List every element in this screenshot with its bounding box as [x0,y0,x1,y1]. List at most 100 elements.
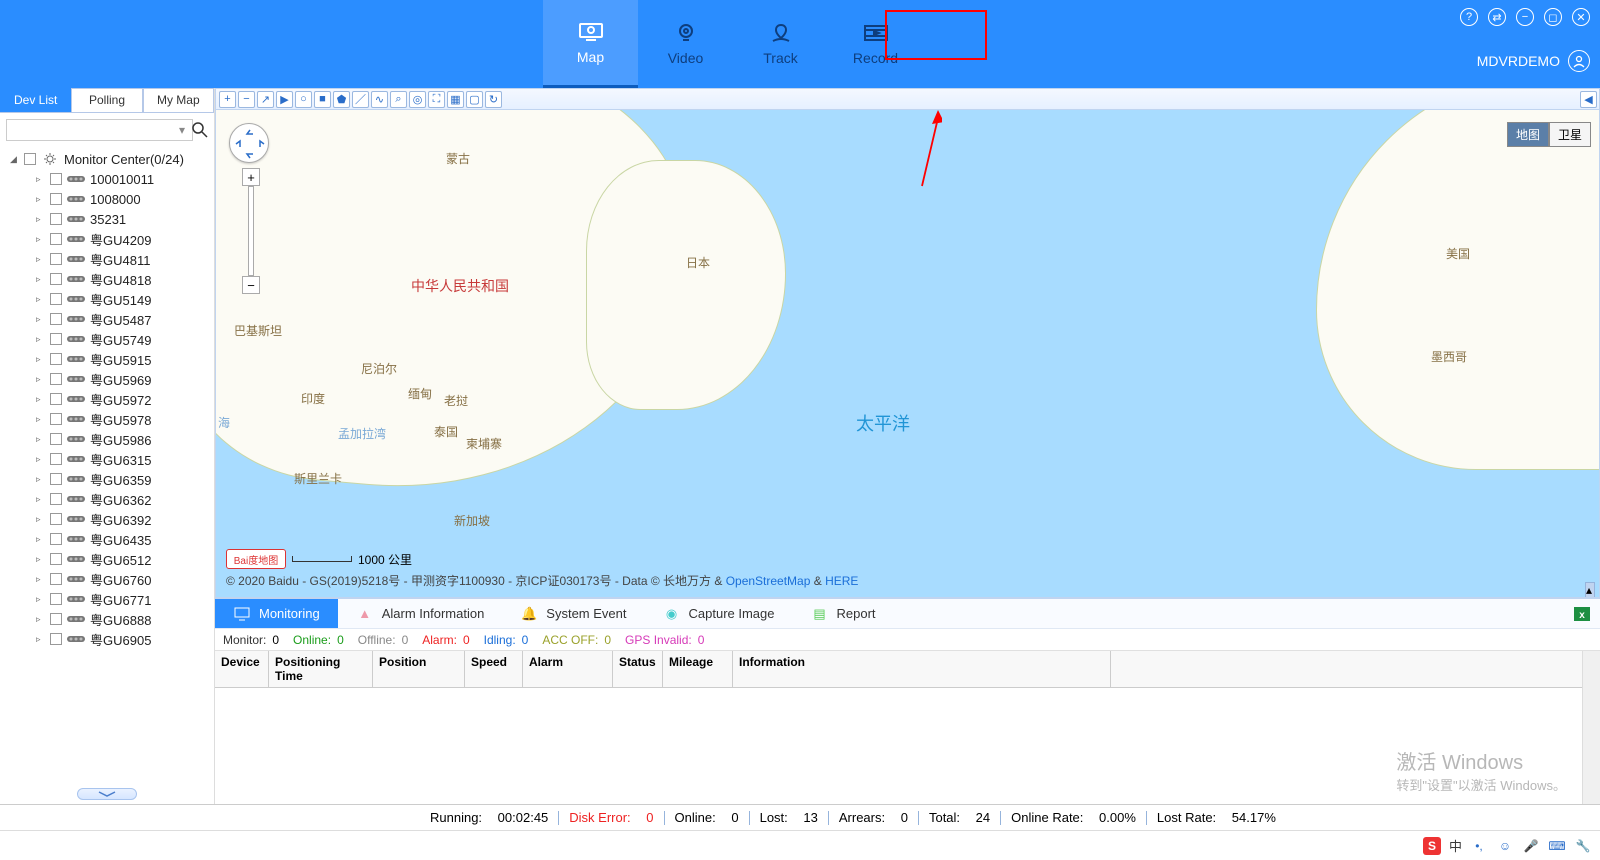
expand-icon[interactable]: ▹ [36,494,46,505]
checkbox[interactable] [50,493,62,505]
expand-icon[interactable]: ▹ [36,194,46,205]
checkbox[interactable] [50,613,62,625]
nav-tab-video[interactable]: Video [638,0,733,88]
stop-icon[interactable]: ■ [314,91,331,108]
tab-report[interactable]: ▤ Report [793,599,894,628]
col-mileage[interactable]: Mileage [663,651,733,687]
measure-icon[interactable]: ↗ [257,91,274,108]
tree-device-node[interactable]: ▹粤GU6392 [10,509,214,529]
search-input[interactable] [6,119,193,141]
tree-device-node[interactable]: ▹粤GU6771 [10,589,214,609]
checkbox[interactable] [50,473,62,485]
expand-icon[interactable]: ▹ [36,554,46,565]
checkbox[interactable] [24,153,36,165]
expand-icon[interactable]: ▹ [36,274,46,285]
tab-system-event[interactable]: 🔔 System Event [502,599,644,628]
tree-device-node[interactable]: ▹粤GU6760 [10,569,214,589]
nav-tab-map[interactable]: Map [543,0,638,88]
expand-panel-icon[interactable] [77,788,137,800]
tree-device-node[interactable]: ▹35231 [10,209,214,229]
checkbox[interactable] [50,553,62,565]
tree-device-node[interactable]: ▹粤GU6888 [10,609,214,629]
punctuation-icon[interactable]: •, [1470,837,1488,855]
tree-device-node[interactable]: ▹1008000 [10,189,214,209]
tree-device-node[interactable]: ▹粤GU6435 [10,529,214,549]
sidebar-tab-devlist[interactable]: Dev List [0,88,71,112]
zoom-slider[interactable] [248,186,254,276]
expand-icon[interactable]: ▹ [36,514,46,525]
checkbox[interactable] [50,193,62,205]
checkbox[interactable] [50,533,62,545]
expand-icon[interactable]: ▹ [36,214,46,225]
keyboard-icon[interactable]: ⌨ [1548,837,1566,855]
close-icon[interactable]: ✕ [1572,8,1590,26]
checkbox[interactable] [50,453,62,465]
search-icon[interactable] [191,119,209,141]
here-link[interactable]: HERE [825,574,858,588]
checkbox[interactable] [50,393,62,405]
tree-device-node[interactable]: ▹粤GU5915 [10,349,214,369]
tree-device-node[interactable]: ▹粤GU6905 [10,629,214,649]
expand-icon[interactable]: ▹ [36,434,46,445]
tab-capture[interactable]: ◉ Capture Image [645,599,793,628]
circle-icon[interactable]: ○ [295,91,312,108]
collapse-toolbar-icon[interactable]: ◀ [1580,91,1597,108]
col-status[interactable]: Status [613,651,663,687]
col-speed[interactable]: Speed [465,651,523,687]
zoom-in-button[interactable]: + [242,168,260,186]
tree-device-node[interactable]: ▹粤GU5749 [10,329,214,349]
tree-device-node[interactable]: ▹粤GU5986 [10,429,214,449]
nav-tab-track[interactable]: Track [733,0,828,88]
osm-link[interactable]: OpenStreetMap [726,574,811,588]
map-type-normal[interactable]: 地图 [1507,122,1549,147]
expand-icon[interactable]: ▹ [36,594,46,605]
map-type-satellite[interactable]: 卫星 [1549,122,1591,147]
tree-device-node[interactable]: ▹粤GU6359 [10,469,214,489]
expand-icon[interactable]: ▹ [36,614,46,625]
checkbox[interactable] [50,273,62,285]
checkbox[interactable] [50,213,62,225]
sogou-ime-icon[interactable]: S [1423,837,1441,855]
checkbox[interactable] [50,253,62,265]
expand-icon[interactable]: ▹ [36,634,46,645]
expand-icon[interactable]: ▹ [36,574,46,585]
emoji-icon[interactable]: ☺ [1496,837,1514,855]
expand-icon[interactable]: ▹ [36,314,46,325]
search-tool-icon[interactable]: ⌕ [390,91,407,108]
tree-device-node[interactable]: ▹粤GU6512 [10,549,214,569]
tree-device-node[interactable]: ▹粤GU4209 [10,229,214,249]
sidebar-tab-mymap[interactable]: My Map [143,88,214,112]
polygon-icon[interactable]: ⬟ [333,91,350,108]
zoom-in-icon[interactable]: + [219,91,236,108]
expand-icon[interactable]: ▹ [36,174,46,185]
checkbox[interactable] [50,573,62,585]
col-time[interactable]: Positioning Time [269,651,373,687]
tree-device-node[interactable]: ▹100010011 [10,169,214,189]
map-canvas[interactable]: 蒙古 中华人民共和国 日本 巴基斯坦 尼泊尔 印度 缅甸 老挝 泰国 柬埔寨 孟… [215,110,1600,598]
checkbox[interactable] [50,633,62,645]
tab-alarm[interactable]: ▲ Alarm Information [338,599,503,628]
tree-device-node[interactable]: ▹粤GU6362 [10,489,214,509]
refresh-icon[interactable]: ↻ [485,91,502,108]
vertical-scrollbar[interactable] [1582,651,1600,804]
expand-icon[interactable]: ▹ [36,414,46,425]
flag-icon[interactable]: ▶ [276,91,293,108]
collapse-icon[interactable]: ◢ [10,154,20,165]
col-info[interactable]: Information [733,651,1111,687]
maximize-icon[interactable]: ◻ [1544,8,1562,26]
dropdown-arrow-icon[interactable]: ▾ [179,123,185,137]
resize-handle-icon[interactable]: ▴ [1585,582,1595,598]
col-position[interactable]: Position [373,651,465,687]
checkbox[interactable] [50,173,62,185]
checkbox[interactable] [50,233,62,245]
checkbox[interactable] [50,413,62,425]
mic-icon[interactable]: 🎤 [1522,837,1540,855]
tree-device-node[interactable]: ▹粤GU4818 [10,269,214,289]
target-icon[interactable]: ◎ [409,91,426,108]
checkbox[interactable] [50,293,62,305]
tree-device-node[interactable]: ▹粤GU5487 [10,309,214,329]
help-icon[interactable]: ? [1460,8,1478,26]
expand-icon[interactable]: ▹ [36,254,46,265]
tree-device-node[interactable]: ▹粤GU6315 [10,449,214,469]
fullscreen-icon[interactable]: ⛶ [428,91,445,108]
